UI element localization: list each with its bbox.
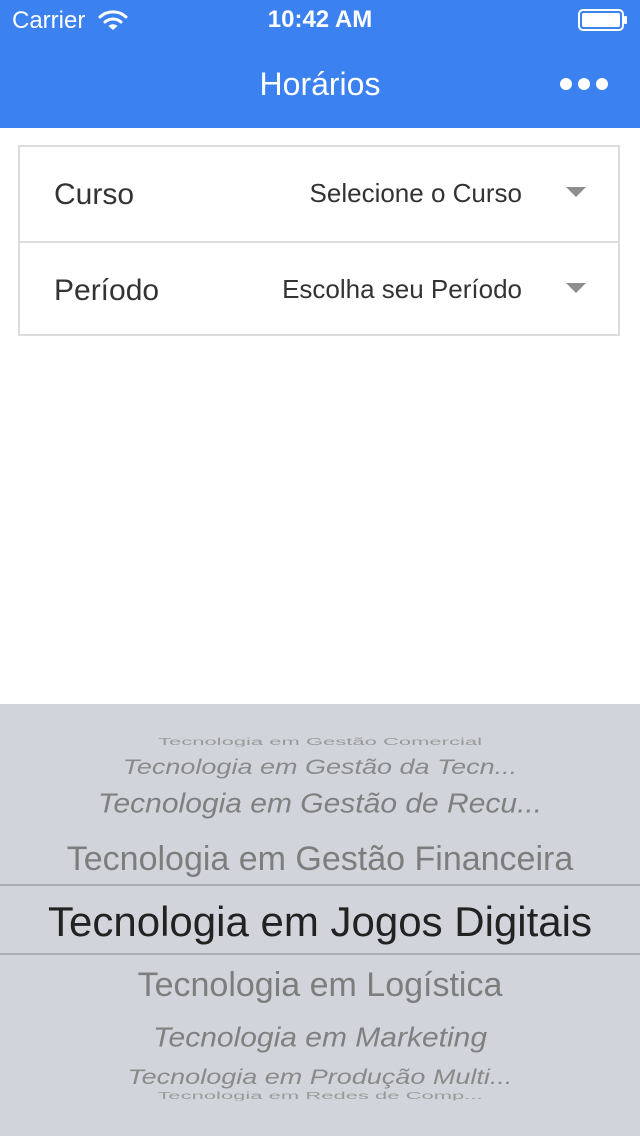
caret-down-icon (566, 283, 586, 293)
battery-icon (578, 9, 627, 31)
picker-option[interactable]: Tecnologia em Produção Multi... (0, 1064, 640, 1091)
ellipsis-icon (560, 78, 572, 90)
course-picker[interactable]: Tecnologia em Gestão Comercial Tecnologi… (0, 704, 640, 1136)
ellipsis-icon (596, 78, 608, 90)
course-select[interactable]: Selecione o Curso (198, 147, 618, 242)
picker-option[interactable]: Tecnologia em Gestão Financeira (0, 836, 640, 882)
period-select[interactable]: Escolha seu Período (198, 243, 618, 338)
picker-option[interactable]: Tecnologia em Gestão da Tecn... (0, 754, 640, 781)
picker-option[interactable]: Tecnologia em Marketing (0, 1020, 640, 1057)
picker-option[interactable]: Tecnologia em Gestão de Recu... (0, 786, 640, 823)
picker-option[interactable]: Tecnologia em Gestão Comercial (0, 738, 640, 747)
picker-option[interactable]: Tecnologia em Logística (0, 962, 640, 1008)
app-screen: Carrier 10:42 AM Horários Curso Selecion… (0, 0, 640, 1136)
header: Carrier 10:42 AM Horários (0, 0, 640, 128)
course-row: Curso Selecione o Curso (20, 147, 618, 243)
caret-down-icon (566, 187, 586, 197)
status-bar: Carrier 10:42 AM (0, 0, 640, 40)
filter-form: Curso Selecione o Curso Período Escolha … (18, 145, 620, 336)
picker-selection-top-line (0, 884, 640, 886)
period-select-value: Escolha seu Período (282, 274, 522, 304)
course-select-value: Selecione o Curso (309, 178, 522, 208)
course-label: Curso (54, 178, 135, 211)
picker-option[interactable]: Tecnologia em Redes de Comp... (0, 1092, 640, 1101)
page-title: Horários (259, 66, 381, 102)
more-options-button[interactable] (552, 68, 616, 100)
ellipsis-icon (578, 78, 590, 90)
period-row: Período Escolha seu Período (20, 243, 618, 338)
picker-selection-bottom-line (0, 953, 640, 955)
status-time: 10:42 AM (267, 6, 373, 33)
period-label: Período (54, 274, 160, 307)
picker-option-selected[interactable]: Tecnologia em Jogos Digitais (0, 894, 640, 950)
